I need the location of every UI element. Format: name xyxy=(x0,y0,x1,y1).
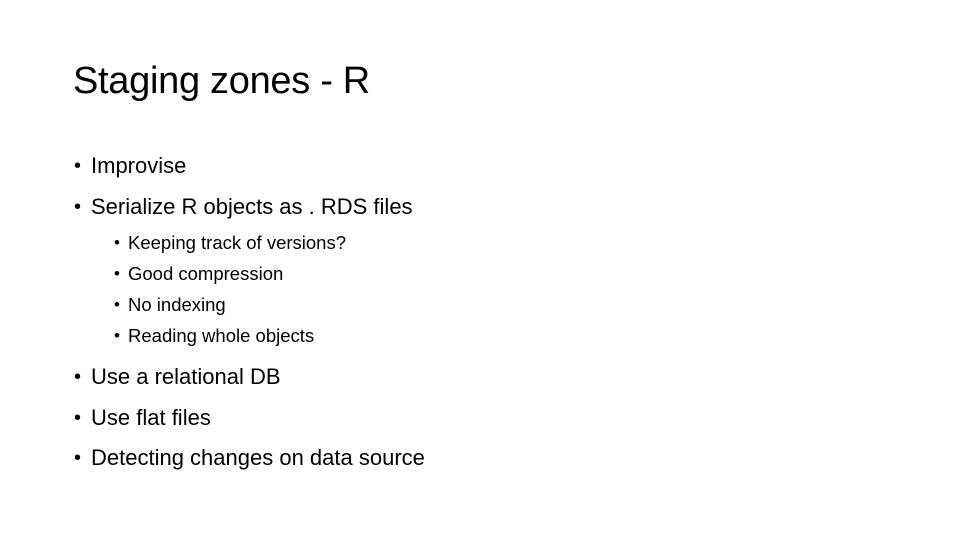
bullet-icon: • xyxy=(114,233,120,252)
bullet-text: Improvise xyxy=(91,153,187,178)
bullet-icon: • xyxy=(74,406,82,429)
bullet-item: • Serialize R objects as . RDS files xyxy=(74,187,874,228)
bullet-text: Serialize R objects as . RDS files xyxy=(91,193,413,219)
bullet-item: • Detecting changes on data source xyxy=(74,438,874,479)
sub-bullet-list: • Keeping track of versions? • Good comp… xyxy=(74,227,874,351)
bullet-item: • Improvise xyxy=(74,146,874,187)
bullet-icon: • xyxy=(74,155,82,177)
bullet-icon: • xyxy=(114,295,120,314)
bullet-icon: • xyxy=(114,326,120,345)
sub-bullet-item: • No indexing xyxy=(74,289,874,320)
bullet-item: • Use flat files xyxy=(74,398,874,439)
bullet-icon: • xyxy=(74,366,82,388)
bullet-icon: • xyxy=(74,447,82,469)
bullet-icon: • xyxy=(74,195,82,218)
sub-bullet-item: • Reading whole objects xyxy=(74,320,874,351)
sub-bullet-text: Good compression xyxy=(128,263,284,284)
sub-bullet-text: No indexing xyxy=(128,294,226,315)
bullet-text: Use flat files xyxy=(91,404,211,430)
bullet-text: Use a relational DB xyxy=(91,364,281,389)
sub-bullet-text: Reading whole objects xyxy=(128,325,315,346)
bullet-icon: • xyxy=(114,264,120,283)
sub-bullet-text: Keeping track of versions? xyxy=(128,232,347,253)
slide-title: Staging zones - R xyxy=(73,60,370,102)
slide-body: • Improvise • Serialize R objects as . R… xyxy=(74,146,874,479)
bullet-item: • Use a relational DB xyxy=(74,357,874,398)
bullet-text: Detecting changes on data source xyxy=(91,445,425,470)
sub-bullet-item: • Keeping track of versions? xyxy=(74,227,874,258)
sub-bullet-item: • Good compression xyxy=(74,258,874,289)
